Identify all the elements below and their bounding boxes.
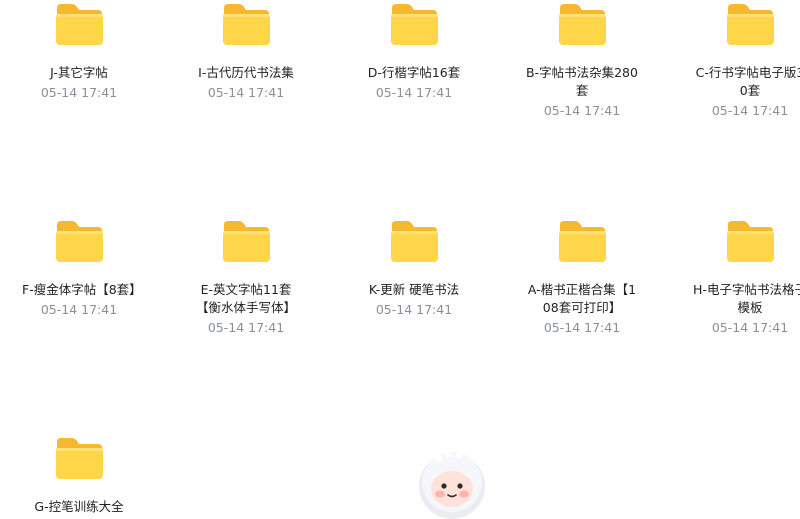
folder-name: F-瘦金体字帖【8套】 <box>22 282 142 297</box>
folder-date: 05-14 17:41 <box>375 302 453 317</box>
folder-icon <box>223 221 270 262</box>
folder-date: 05-14 17:41 <box>543 320 621 335</box>
folder-item[interactable]: B-字帖书法杂集280套 05-14 17:41 <box>507 2 657 120</box>
folder-date: 05-14 17:41 <box>711 103 789 118</box>
folder-item[interactable]: G-控笔训练大全 <box>4 436 154 516</box>
folder-date: 05-14 17:41 <box>543 103 621 118</box>
folder-name: G-控笔训练大全 <box>34 499 124 514</box>
folder-icon <box>559 4 606 45</box>
folder-icon <box>56 221 103 262</box>
folder-name: C-行书字帖电子版30套 <box>695 65 800 98</box>
folder-icon <box>559 221 606 262</box>
folder-date: 05-14 17:41 <box>711 320 789 335</box>
folder-item[interactable]: I-古代历代书法集 05-14 17:41 <box>171 2 321 102</box>
folder-name: I-古代历代书法集 <box>198 65 294 80</box>
folder-date: 05-14 17:41 <box>207 85 285 100</box>
folder-name: J-其它字帖 <box>50 65 108 80</box>
folder-item[interactable]: J-其它字帖 05-14 17:41 <box>4 2 154 102</box>
folder-date: 05-14 17:41 <box>375 85 453 100</box>
folder-name: K-更新 硬笔书法 <box>368 282 460 297</box>
folder-icon <box>727 4 774 45</box>
folder-item[interactable]: F-瘦金体字帖【8套】 05-14 17:41 <box>4 219 154 319</box>
folder-item[interactable]: D-行楷字帖16套 05-14 17:41 <box>339 2 489 102</box>
folder-name: A-楷书正楷合集【108套可打印】 <box>527 282 637 315</box>
folder-icon <box>391 221 438 262</box>
folder-name: D-行楷字帖16套 <box>367 65 461 80</box>
folder-item[interactable]: A-楷书正楷合集【108套可打印】 05-14 17:41 <box>507 219 657 337</box>
folder-date: 05-14 17:41 <box>40 302 118 317</box>
folder-item[interactable]: E-英文字帖11套【衡水体手写体】 05-14 17:41 <box>171 219 321 337</box>
folder-item[interactable]: K-更新 硬笔书法 05-14 17:41 <box>339 219 489 319</box>
file-grid: J-其它字帖 05-14 17:41 I-古代历代书法集 05-14 17:41… <box>0 0 800 519</box>
folder-icon <box>727 221 774 262</box>
folder-name: E-英文字帖11套【衡水体手写体】 <box>195 282 296 315</box>
folder-date: 05-14 17:41 <box>207 320 285 335</box>
folder-icon <box>56 4 103 45</box>
folder-name: B-字帖书法杂集280套 <box>526 65 638 98</box>
folder-item[interactable]: H-电子字帖书法格子模板 05-14 17:41 <box>675 219 800 337</box>
folder-item[interactable]: C-行书字帖电子版30套 05-14 17:41 <box>675 2 800 120</box>
folder-name: H-电子字帖书法格子模板 <box>693 282 800 315</box>
folder-icon <box>391 4 438 45</box>
assistant-mascot-icon[interactable] <box>414 446 490 519</box>
folder-icon <box>223 4 270 45</box>
folder-date: 05-14 17:41 <box>40 85 118 100</box>
folder-icon <box>56 438 103 479</box>
